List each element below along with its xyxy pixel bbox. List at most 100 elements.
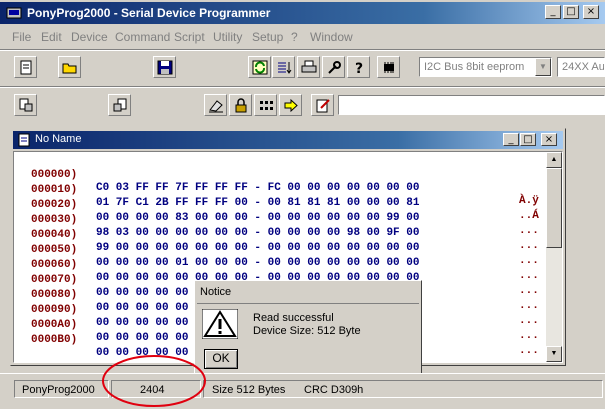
chevron-down-icon[interactable]: ▼	[535, 58, 551, 76]
row-ascii: ..Á	[519, 210, 539, 222]
device-type-select[interactable]: 24XX Au	[557, 57, 605, 77]
dialog-message-line1: Read successful	[253, 312, 334, 324]
menu-separator	[0, 49, 605, 51]
close-button[interactable]: ×	[583, 5, 599, 19]
row-ascii: ...	[519, 285, 539, 297]
arrow-right-icon	[284, 98, 298, 113]
reload-icon	[252, 60, 268, 75]
scroll-up-icon[interactable]: ▲	[546, 152, 562, 168]
status-app-name: PonyProg2000	[22, 384, 95, 396]
hex-row[interactable]: 000020) 00 00 00 00 83 00 00 00 - 00 00 …	[14, 186, 539, 237]
svg-text:?: ?	[355, 61, 363, 75]
row-ascii: ...	[519, 240, 539, 252]
device-family-select[interactable]: I2C Bus 8bit eeprom ▼	[419, 57, 552, 77]
read-button[interactable]	[14, 94, 37, 116]
chip-icon	[384, 62, 394, 73]
write-button[interactable]	[108, 94, 131, 116]
row-bytes: 98 03 00 00 00 00 00 00 - 00 00 00 00 98…	[96, 227, 420, 239]
next-button[interactable]	[279, 94, 302, 116]
hex-row[interactable]: 0000A0) 00 00 00 00 00 00 00 00 - 00 00 …	[14, 306, 539, 357]
setup-button[interactable]	[322, 56, 345, 78]
print-button[interactable]	[297, 56, 320, 78]
row-bytes: C0 03 FF FF 7F FF FF FF - FC 00 00 00 00…	[96, 182, 420, 194]
menu-utility[interactable]: Utility	[213, 30, 242, 44]
warning-icon	[202, 309, 238, 339]
row-bytes: 00 00 00 00 83 00 00 00 - 00 00 00 00 00…	[96, 212, 420, 224]
menu-command[interactable]: Command	[115, 30, 170, 44]
notice-dialog: Notice Read successful Device Size: 512 …	[194, 280, 422, 375]
new-document-icon	[20, 60, 32, 75]
lock-icon	[235, 98, 247, 113]
minimize-button[interactable]: _	[545, 5, 561, 19]
row-address: 0000B0)	[31, 334, 78, 346]
menu-file[interactable]: File	[12, 30, 31, 44]
document-title: No Name	[35, 133, 82, 145]
window-title: PonyProg2000 - Serial Device Programmer	[27, 6, 271, 20]
reload-button[interactable]	[248, 56, 271, 78]
hex-row[interactable]: 0000B0) 00 00 00 00 00 00 00 00 - 00 00 …	[14, 321, 539, 362]
hex-row[interactable]: 000000) C0 03 FF FF 7F FF FF FF - FC 00 …	[14, 156, 539, 207]
dialog-title-bar[interactable]: Notice	[197, 283, 419, 301]
title-bar[interactable]: PonyProg2000 - Serial Device Programmer …	[0, 2, 605, 24]
erase-button[interactable]	[204, 94, 227, 116]
wrench-icon	[328, 61, 341, 74]
note-button[interactable]	[311, 94, 334, 116]
row-bytes: 00 00 00 00 01 00 00 00 - 00 00 00 00 00…	[96, 257, 420, 269]
print-icon	[301, 60, 317, 73]
row-bytes: 01 7F C1 2B FF FF FF 00 - 00 81 81 81 00…	[96, 197, 420, 209]
ok-button[interactable]: OK	[204, 349, 238, 369]
document-title-bar[interactable]: No Name _ □ ×	[13, 131, 563, 149]
row-ascii: ...	[519, 315, 539, 327]
lock-button[interactable]	[229, 94, 252, 116]
hex-row[interactable]: 000090) 00 00 00 00 00 00 00 00 - 00 00 …	[14, 291, 539, 342]
doc-maximize-button[interactable]: □	[520, 133, 536, 146]
row-ascii: ...	[519, 345, 539, 357]
hex-row[interactable]: 000040) 99 00 00 00 00 00 00 00 - 00 00 …	[14, 216, 539, 267]
open-button[interactable]	[58, 56, 81, 78]
document-icon	[18, 133, 30, 147]
status-crc: CRC D309h	[304, 384, 364, 396]
edit-list-button[interactable]	[272, 56, 295, 78]
app-icon	[6, 7, 22, 19]
row-ascii: ...	[519, 330, 539, 342]
save-button[interactable]	[153, 56, 176, 78]
menu-script[interactable]: Script	[174, 30, 205, 44]
main-window: PonyProg2000 - Serial Device Programmer …	[0, 0, 605, 409]
hex-row[interactable]: 000010) 01 7F C1 2B FF FF FF 00 - 00 81 …	[14, 171, 539, 222]
help-button[interactable]: ?	[347, 56, 370, 78]
status-bar: PonyProg2000 2404 Size 512 Bytes CRC D30…	[0, 373, 605, 409]
row-bytes: 99 00 00 00 00 00 00 00 - 00 00 00 00 00…	[96, 242, 420, 254]
scroll-thumb[interactable]	[546, 168, 562, 248]
menu-window[interactable]: Window	[310, 30, 353, 44]
row-ascii: À.ÿ	[519, 195, 539, 207]
menu-help[interactable]: ?	[291, 30, 298, 44]
doc-minimize-button[interactable]: _	[503, 133, 519, 146]
edit-note-icon	[316, 99, 330, 113]
hex-row[interactable]: 000050) 00 00 00 00 01 00 00 00 - 00 00 …	[14, 231, 539, 282]
help-icon: ?	[355, 61, 363, 75]
device-type-value: 24XX Au	[562, 61, 605, 73]
hex-row[interactable]: 000060) 00 00 00 00 00 00 00 00 - 00 00 …	[14, 246, 539, 297]
menu-bar: File Edit Device Command Script Utility …	[0, 27, 605, 47]
program-button[interactable]	[254, 94, 277, 116]
row-ascii: ...	[519, 255, 539, 267]
comment-input[interactable]	[338, 95, 605, 115]
doc-close-button[interactable]: ×	[541, 133, 557, 146]
hex-row[interactable]: 000070) 00 00 00 00 00 00 00 00 - 00 00 …	[14, 261, 539, 312]
hex-row[interactable]: 000030) 98 03 00 00 00 00 00 00 - 00 00 …	[14, 201, 539, 252]
read-device-icon	[19, 98, 33, 112]
maximize-button[interactable]: □	[563, 5, 579, 19]
row-ascii: ...	[519, 225, 539, 237]
device-chip-button[interactable]	[377, 56, 400, 78]
highlight-circle	[102, 355, 206, 407]
menu-edit[interactable]: Edit	[41, 30, 62, 44]
status-size: Size 512 Bytes	[212, 384, 286, 396]
vertical-scrollbar[interactable]: ▲ ▼	[546, 152, 562, 362]
menu-device[interactable]: Device	[71, 30, 108, 44]
hex-row[interactable]: 000080) 00 00 00 00 00 00 00 00 - 00 00 …	[14, 276, 539, 327]
write-device-icon	[113, 98, 127, 112]
new-button[interactable]	[14, 56, 37, 78]
row-ascii: ...	[519, 300, 539, 312]
menu-setup[interactable]: Setup	[252, 30, 283, 44]
scroll-down-icon[interactable]: ▼	[546, 346, 562, 362]
